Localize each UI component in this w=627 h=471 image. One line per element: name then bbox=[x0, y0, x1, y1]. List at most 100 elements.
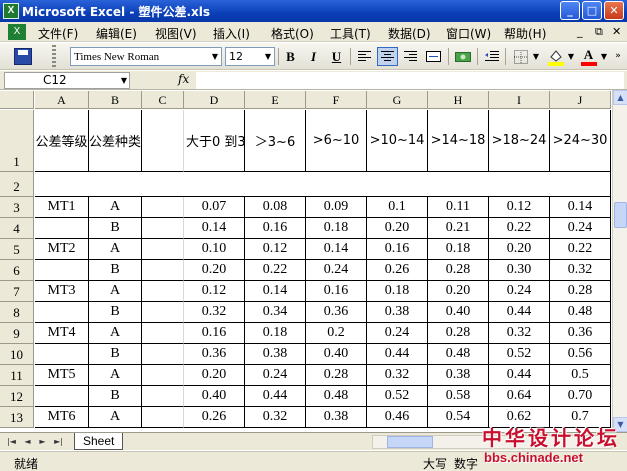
table-cell[interactable]: 0.64 bbox=[489, 386, 550, 407]
name-box[interactable]: C12 ▼ bbox=[4, 72, 130, 89]
table-cell[interactable] bbox=[35, 344, 89, 365]
table-cell[interactable]: 0.20 bbox=[184, 260, 245, 281]
table-cell[interactable]: 0.20 bbox=[489, 239, 550, 260]
row-header[interactable]: 4 bbox=[0, 218, 34, 239]
table-cell[interactable]: 0.28 bbox=[550, 281, 611, 302]
merge-center-icon[interactable] bbox=[423, 47, 444, 66]
menu-file[interactable]: 文件(F) bbox=[38, 25, 78, 42]
chevron-down-icon[interactable]: ▼ bbox=[531, 47, 541, 66]
row-header[interactable]: 5 bbox=[0, 239, 34, 260]
table-cell[interactable]: 0.34 bbox=[245, 302, 306, 323]
table-cell[interactable]: 0.40 bbox=[306, 344, 367, 365]
formula-input[interactable] bbox=[196, 72, 624, 89]
table-cell[interactable]: 0.5 bbox=[550, 365, 611, 386]
underline-button[interactable]: U bbox=[326, 47, 347, 66]
table-cell[interactable]: 0.16 bbox=[367, 239, 428, 260]
insert-function-icon[interactable]: fx bbox=[178, 72, 189, 86]
column-header-a[interactable]: A bbox=[35, 91, 89, 109]
table-cell[interactable]: 0.18 bbox=[428, 239, 489, 260]
align-right-icon[interactable] bbox=[400, 47, 421, 66]
first-sheet-icon[interactable]: |◄ bbox=[6, 435, 17, 448]
table-cell[interactable]: 0.24 bbox=[550, 218, 611, 239]
table-cell[interactable] bbox=[35, 386, 89, 407]
table-cell[interactable]: 0.24 bbox=[489, 281, 550, 302]
table-cell[interactable] bbox=[142, 218, 184, 239]
row-header[interactable]: 1 bbox=[0, 110, 34, 172]
table-cell[interactable]: 0.14 bbox=[550, 197, 611, 218]
table-cell[interactable]: 0.20 bbox=[367, 218, 428, 239]
column-header-i[interactable]: I bbox=[489, 91, 550, 109]
next-sheet-icon[interactable]: ► bbox=[37, 435, 48, 448]
italic-button[interactable]: I bbox=[303, 47, 324, 66]
table-cell[interactable] bbox=[35, 260, 89, 281]
minimize-button[interactable]: _ bbox=[560, 1, 580, 20]
table-cell[interactable]: 0.24 bbox=[306, 260, 367, 281]
menu-tools[interactable]: 工具(T) bbox=[330, 25, 371, 42]
table-cell[interactable]: 0.28 bbox=[306, 365, 367, 386]
table-cell[interactable]: A bbox=[89, 281, 142, 302]
table-cell[interactable]: 0.12 bbox=[184, 281, 245, 302]
row-header[interactable]: 3 bbox=[0, 197, 34, 218]
column-header-j[interactable]: J bbox=[550, 91, 611, 109]
table-cell[interactable]: B bbox=[89, 302, 142, 323]
table-cell[interactable]: MT6 bbox=[35, 407, 89, 428]
table-cell[interactable]: A bbox=[89, 197, 142, 218]
table-cell[interactable] bbox=[142, 386, 184, 407]
header-cell[interactable]: >18~24 bbox=[489, 110, 550, 172]
header-cell[interactable]: 公差等级 bbox=[35, 110, 89, 172]
column-header-c[interactable]: C bbox=[142, 91, 184, 109]
table-cell[interactable]: 0.52 bbox=[489, 344, 550, 365]
table-cell[interactable]: 0.32 bbox=[489, 323, 550, 344]
table-cell[interactable]: 0.26 bbox=[367, 260, 428, 281]
table-cell[interactable] bbox=[142, 239, 184, 260]
align-center-icon[interactable] bbox=[377, 47, 398, 66]
table-cell[interactable]: 0.40 bbox=[428, 302, 489, 323]
table-cell[interactable]: A bbox=[89, 323, 142, 344]
table-cell[interactable]: MT1 bbox=[35, 197, 89, 218]
doc-minimize-button[interactable]: _ bbox=[577, 25, 583, 38]
borders-icon[interactable] bbox=[510, 47, 531, 66]
table-cell[interactable]: 0.52 bbox=[367, 386, 428, 407]
font-color-icon[interactable]: A bbox=[578, 47, 599, 66]
header-cell[interactable]: ＞3~6 bbox=[245, 110, 306, 172]
header-cell[interactable]: >10~14 bbox=[367, 110, 428, 172]
table-cell[interactable]: B bbox=[89, 386, 142, 407]
doc-restore-button[interactable]: ⧉ bbox=[595, 25, 603, 39]
table-cell[interactable] bbox=[142, 260, 184, 281]
table-cell[interactable]: 0.24 bbox=[367, 323, 428, 344]
close-button[interactable]: ✕ bbox=[604, 1, 624, 20]
last-sheet-icon[interactable]: ►| bbox=[53, 435, 64, 448]
menu-help[interactable]: 帮助(H) bbox=[504, 25, 546, 42]
table-cell[interactable]: 0.16 bbox=[184, 323, 245, 344]
column-header-f[interactable]: F bbox=[306, 91, 367, 109]
table-cell[interactable]: 0.32 bbox=[245, 407, 306, 428]
maximize-button[interactable]: □ bbox=[582, 1, 602, 20]
table-cell[interactable]: 0.38 bbox=[428, 365, 489, 386]
table-cell[interactable] bbox=[142, 407, 184, 428]
table-cell[interactable]: 0.44 bbox=[489, 302, 550, 323]
table-cell[interactable]: 0.16 bbox=[306, 281, 367, 302]
table-cell[interactable]: 0.18 bbox=[245, 323, 306, 344]
chevron-down-icon[interactable]: ▼ bbox=[566, 47, 576, 66]
table-cell[interactable] bbox=[142, 365, 184, 386]
row-header[interactable]: 8 bbox=[0, 302, 34, 323]
table-cell[interactable] bbox=[142, 281, 184, 302]
table-cell[interactable]: MT2 bbox=[35, 239, 89, 260]
toolbar-grip[interactable] bbox=[52, 45, 56, 67]
table-cell[interactable]: B bbox=[89, 218, 142, 239]
decrease-indent-icon[interactable] bbox=[481, 47, 502, 66]
table-cell[interactable]: 0.24 bbox=[245, 365, 306, 386]
table-cell[interactable]: 0.14 bbox=[306, 239, 367, 260]
table-cell[interactable]: 0.20 bbox=[428, 281, 489, 302]
table-cell[interactable]: 0.48 bbox=[428, 344, 489, 365]
column-header-g[interactable]: G bbox=[367, 91, 428, 109]
table-cell[interactable]: 0.30 bbox=[489, 260, 550, 281]
table-cell[interactable]: 0.1 bbox=[367, 197, 428, 218]
doc-close-button[interactable]: ✕ bbox=[612, 25, 621, 38]
table-cell[interactable]: 0.48 bbox=[306, 386, 367, 407]
table-cell[interactable]: 0.46 bbox=[367, 407, 428, 428]
menu-data[interactable]: 数据(D) bbox=[388, 25, 431, 42]
table-cell[interactable]: 0.12 bbox=[245, 239, 306, 260]
table-cell[interactable]: 0.38 bbox=[245, 344, 306, 365]
row-header[interactable]: 6 bbox=[0, 260, 34, 281]
